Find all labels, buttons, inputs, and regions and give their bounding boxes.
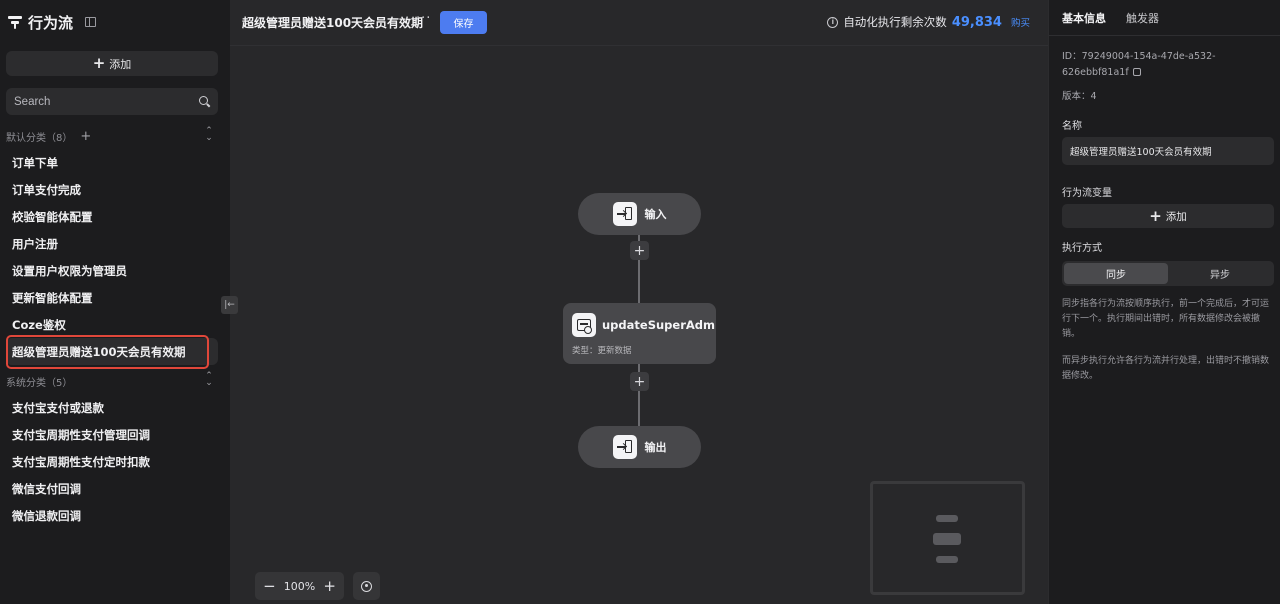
- group-label: 默认分类（8）: [6, 132, 73, 144]
- list-item[interactable]: 支付宝周期性支付管理回调: [6, 421, 218, 448]
- flow-list-system: 支付宝支付或退款 支付宝周期性支付管理回调 支付宝周期性支付定时扣款 微信支付回…: [6, 394, 218, 529]
- action-node[interactable]: updateSuperAdm 类型：更新数据: [563, 303, 716, 364]
- zoom-controls: − 100% +: [255, 572, 344, 600]
- list-item[interactable]: 设置用户权限为管理员: [6, 257, 218, 284]
- output-node-label: 输出: [644, 441, 667, 454]
- buy-link[interactable]: 购买: [1011, 15, 1030, 29]
- add-category-icon[interactable]: +: [80, 129, 91, 144]
- more-options-button[interactable]: ···: [416, 11, 431, 26]
- action-node-title: updateSuperAdm: [602, 318, 715, 332]
- minimap[interactable]: [870, 481, 1025, 595]
- search-input[interactable]: [14, 95, 199, 108]
- app-title: 行为流: [28, 13, 74, 32]
- canvas-toolbar: 超级管理员赠送100天会员有效期 ··· 保存 i 自动化执行剩余次数 49,8…: [230, 0, 1048, 46]
- list-item[interactable]: 用户注册: [6, 230, 218, 257]
- flow-id: ID：79249004-154a-47de-a532- 626ebbf81a1f: [1062, 49, 1216, 81]
- name-label: 名称: [1062, 121, 1082, 132]
- async-description: 而异步执行允许各行为流并行处理，出错时不撤销数据修改。: [1062, 356, 1270, 381]
- zoom-level: 100%: [283, 579, 316, 593]
- plus-icon: +: [1149, 206, 1162, 225]
- quota-value: 49,834: [951, 14, 1002, 30]
- input-node[interactable]: 输入: [578, 193, 701, 235]
- zoom-in-button[interactable]: +: [323, 578, 336, 594]
- name-field[interactable]: 超级管理员赠送100天会员有效期: [1062, 137, 1274, 165]
- execution-mode-label: 执行方式: [1062, 243, 1102, 254]
- tab-basic-info[interactable]: 基本信息: [1062, 10, 1106, 26]
- sync-description: 同步指各行为流按顺序执行，前一个完成后，才可运行下一个。执行期间出错时，所有数据…: [1062, 299, 1270, 339]
- info-icon: i: [827, 16, 839, 28]
- flow-list-default: 订单下单 订单支付完成 校验智能体配置 用户注册 设置用户权限为管理员 更新智能…: [6, 149, 218, 365]
- add-step-button[interactable]: +: [630, 241, 649, 260]
- target-icon: [361, 580, 372, 592]
- list-item[interactable]: 支付宝周期性支付定时扣款: [6, 448, 218, 475]
- mode-sync-option[interactable]: 同步: [1064, 263, 1168, 284]
- list-item[interactable]: 微信支付回调: [6, 475, 218, 502]
- zoom-out-button[interactable]: −: [263, 578, 276, 594]
- add-flow-label: 添加: [109, 57, 132, 71]
- properties-panel: 基本信息 触发器 ID：79249004-154a-47de-a532- 626…: [1048, 0, 1280, 604]
- list-item[interactable]: 微信退款回调: [6, 502, 218, 529]
- group-header-default[interactable]: 默认分类（8） + ⌃ ⌄: [6, 127, 218, 144]
- flow-id-line1: ID：79249004-154a-47de-a532-: [1062, 51, 1216, 62]
- flow-id-line2: 626ebbf81a1f: [1062, 67, 1129, 78]
- minimap-action-node: [933, 533, 961, 545]
- output-node[interactable]: 输出: [578, 426, 701, 468]
- add-flow-button[interactable]: + 添加: [6, 51, 218, 76]
- list-item-selected[interactable]: 超级管理员赠送100天会员有效期: [6, 338, 218, 365]
- search-icon[interactable]: [199, 96, 210, 107]
- copy-icon[interactable]: [1132, 68, 1141, 76]
- collapse-icon[interactable]: ⌃ ⌄: [204, 127, 214, 143]
- mode-async-option[interactable]: 异步: [1168, 263, 1272, 284]
- fit-view-button[interactable]: [353, 572, 380, 600]
- list-item[interactable]: 订单下单: [6, 149, 218, 176]
- flow-canvas[interactable]: 超级管理员赠送100天会员有效期 ··· 保存 i 自动化执行剩余次数 49,8…: [221, 0, 1048, 604]
- action-node-type: 类型：更新数据: [572, 346, 632, 356]
- tab-trigger[interactable]: 触发器: [1126, 10, 1159, 26]
- exit-icon: [612, 435, 637, 459]
- list-item[interactable]: Coze鉴权: [6, 311, 218, 338]
- save-button[interactable]: 保存: [440, 11, 487, 34]
- minimap-input-node: [936, 515, 958, 522]
- database-update-icon: [572, 313, 596, 337]
- minimap-output-node: [936, 556, 958, 563]
- app-header: 行为流: [8, 12, 97, 32]
- plus-icon: +: [92, 54, 106, 72]
- list-item[interactable]: 更新智能体配置: [6, 284, 218, 311]
- search-box[interactable]: [6, 88, 218, 115]
- collapse-icon[interactable]: ⌃ ⌄: [204, 372, 214, 388]
- list-item[interactable]: 支付宝支付或退款: [6, 394, 218, 421]
- execution-quota: i 自动化执行剩余次数 49,834 购买: [827, 14, 1030, 30]
- group-header-system[interactable]: 系统分类（5） ⌃ ⌄: [6, 372, 218, 389]
- group-label: 系统分类（5）: [6, 377, 73, 389]
- list-item[interactable]: 订单支付完成: [6, 176, 218, 203]
- flow-version: 版本：4: [1062, 91, 1097, 102]
- add-step-button[interactable]: +: [630, 372, 649, 391]
- input-node-label: 输入: [644, 208, 667, 221]
- flow-title: 超级管理员赠送100天会员有效期: [242, 16, 424, 30]
- collapse-sidebar-icon[interactable]: |←: [221, 296, 238, 314]
- add-variable-button[interactable]: + 添加: [1062, 204, 1274, 228]
- execution-mode-toggle: 同步 异步: [1062, 261, 1274, 286]
- docs-book-icon[interactable]: [85, 17, 97, 27]
- quota-label: 自动化执行剩余次数: [843, 15, 947, 29]
- panel-tabs: 基本信息 触发器: [1049, 0, 1280, 36]
- sidebar: 行为流 + 添加 默认分类（8） + ⌃⌄ 订单下单 订单支付完成 校验智能体配…: [0, 0, 230, 604]
- add-variable-label: 添加: [1165, 210, 1187, 223]
- workflow-logo-icon: [8, 15, 22, 29]
- enter-icon: [612, 202, 637, 226]
- list-item[interactable]: 校验智能体配置: [6, 203, 218, 230]
- variables-label: 行为流变量: [1062, 188, 1112, 199]
